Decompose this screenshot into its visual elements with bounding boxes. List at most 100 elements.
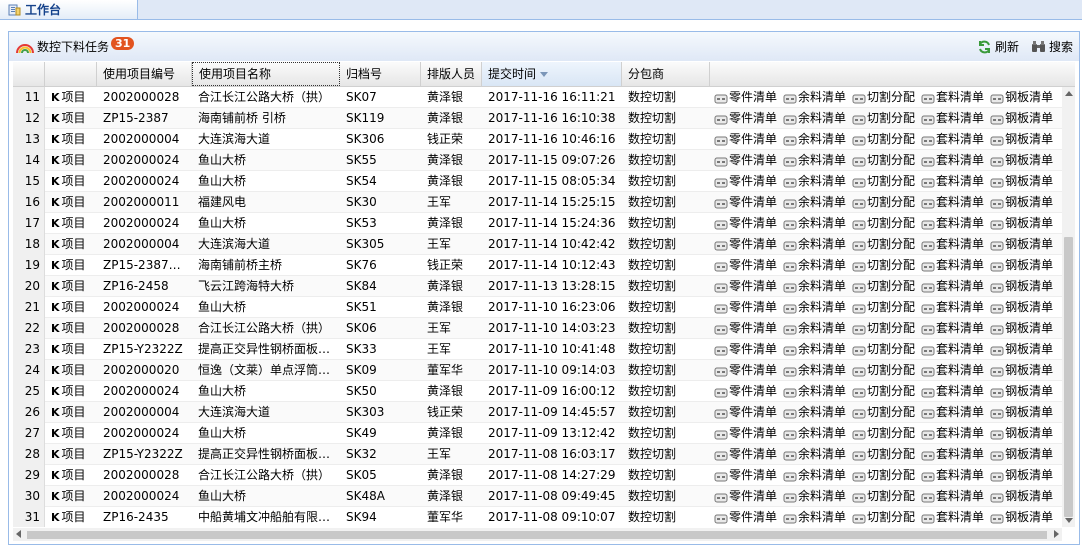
remnant-list-button[interactable]: 余料清单 <box>783 486 846 507</box>
remnant-list-button[interactable]: 余料清单 <box>783 402 846 423</box>
plate-list-button[interactable]: 钢板清单 <box>990 444 1053 465</box>
nesting-list-button[interactable]: 套料清单 <box>921 381 984 402</box>
nesting-list-button[interactable]: 套料清单 <box>921 465 984 486</box>
project-link[interactable]: K 项目 <box>45 255 97 276</box>
nesting-list-button[interactable]: 套料清单 <box>921 171 984 192</box>
parts-list-button[interactable]: 零件清单 <box>714 423 777 444</box>
nesting-list-button[interactable]: 套料清单 <box>921 486 984 507</box>
cutting-allocation-button[interactable]: 切割分配 <box>852 213 915 234</box>
nesting-list-button[interactable]: 套料清单 <box>921 87 984 108</box>
table-row[interactable]: 19 K 项目 ZP15-2387主桥 海南铺前桥主桥 SK76 钱正荣 2017-11-14… <box>13 255 1062 276</box>
remnant-list-button[interactable]: 余料清单 <box>783 192 846 213</box>
remnant-list-button[interactable]: 余料清单 <box>783 213 846 234</box>
vertical-scroll-thumb[interactable] <box>1064 237 1073 517</box>
remnant-list-button[interactable]: 余料清单 <box>783 276 846 297</box>
project-link[interactable]: K 项目 <box>45 360 97 381</box>
project-link[interactable]: K 项目 <box>45 129 97 150</box>
cutting-allocation-button[interactable]: 切割分配 <box>852 276 915 297</box>
remnant-list-button[interactable]: 余料清单 <box>783 234 846 255</box>
table-row[interactable]: 28 K 项目 ZP15-Y2322Z 提高正交异性钢桥面板疲... SK32 王军 2017… <box>13 444 1062 465</box>
cutting-allocation-button[interactable]: 切割分配 <box>852 192 915 213</box>
nesting-list-button[interactable]: 套料清单 <box>921 423 984 444</box>
project-link[interactable]: K 项目 <box>45 171 97 192</box>
search-button[interactable]: 搜索 <box>1031 38 1073 55</box>
cutting-allocation-button[interactable]: 切割分配 <box>852 108 915 129</box>
remnant-list-button[interactable]: 余料清单 <box>783 108 846 129</box>
parts-list-button[interactable]: 零件清单 <box>714 171 777 192</box>
parts-list-button[interactable]: 零件清单 <box>714 507 777 527</box>
parts-list-button[interactable]: 零件清单 <box>714 87 777 108</box>
project-link[interactable]: K 项目 <box>45 381 97 402</box>
remnant-list-button[interactable]: 余料清单 <box>783 171 846 192</box>
plate-list-button[interactable]: 钢板清单 <box>990 213 1053 234</box>
cutting-allocation-button[interactable]: 切割分配 <box>852 129 915 150</box>
plate-list-button[interactable]: 钢板清单 <box>990 423 1053 444</box>
nesting-list-button[interactable]: 套料清单 <box>921 129 984 150</box>
nesting-list-button[interactable]: 套料清单 <box>921 213 984 234</box>
nesting-list-button[interactable]: 套料清单 <box>921 150 984 171</box>
nesting-list-button[interactable]: 套料清单 <box>921 276 984 297</box>
scroll-up-icon[interactable] <box>1065 91 1073 96</box>
header-project-code[interactable]: 使用项目编号 <box>97 62 192 86</box>
table-row[interactable]: 31 K 项目 ZP16-2435 中船黄埔文冲船舶有限公... SK94 董军华 2017-… <box>13 507 1062 527</box>
project-link[interactable]: K 项目 <box>45 486 97 507</box>
parts-list-button[interactable]: 零件清单 <box>714 108 777 129</box>
project-link[interactable]: K 项目 <box>45 318 97 339</box>
cutting-allocation-button[interactable]: 切割分配 <box>852 339 915 360</box>
cutting-allocation-button[interactable]: 切割分配 <box>852 87 915 108</box>
plate-list-button[interactable]: 钢板清单 <box>990 276 1053 297</box>
table-row[interactable]: 25 K 项目 2002000024 鱼山大桥 SK50 黄泽银 2017-11-09 16:… <box>13 381 1062 402</box>
cutting-allocation-button[interactable]: 切割分配 <box>852 255 915 276</box>
nesting-list-button[interactable]: 套料清单 <box>921 444 984 465</box>
project-link[interactable]: K 项目 <box>45 297 97 318</box>
table-row[interactable]: 14 K 项目 2002000024 鱼山大桥 SK55 黄泽银 2017-11-15 09:… <box>13 150 1062 171</box>
table-row[interactable]: 11 K 项目 2002000028 合江长江公路大桥（拱） SK07 黄泽银 2017-11… <box>13 87 1062 108</box>
project-link[interactable]: K 项目 <box>45 507 97 527</box>
table-row[interactable]: 16 K 项目 2002000011 福建风电 SK30 王军 2017-11-14 15:2… <box>13 192 1062 213</box>
cutting-allocation-button[interactable]: 切割分配 <box>852 297 915 318</box>
plate-list-button[interactable]: 钢板清单 <box>990 507 1053 527</box>
table-row[interactable]: 29 K 项目 2002000028 合江长江公路大桥（拱） SK05 黄泽银 2017-11… <box>13 465 1062 486</box>
cutting-allocation-button[interactable]: 切割分配 <box>852 507 915 527</box>
horizontal-scrollbar[interactable] <box>13 528 1062 541</box>
header-archive-no[interactable]: 归档号 <box>340 62 421 86</box>
cutting-allocation-button[interactable]: 切割分配 <box>852 150 915 171</box>
remnant-list-button[interactable]: 余料清单 <box>783 297 846 318</box>
table-row[interactable]: 23 K 项目 ZP15-Y2322Z 提高正交异性钢桥面板疲... SK33 王军 2017… <box>13 339 1062 360</box>
header-layout-person[interactable]: 排版人员 <box>421 62 482 86</box>
parts-list-button[interactable]: 零件清单 <box>714 234 777 255</box>
scroll-right-icon[interactable] <box>1054 530 1059 538</box>
plate-list-button[interactable]: 钢板清单 <box>990 192 1053 213</box>
table-row[interactable]: 13 K 项目 2002000004 大连滨海大道 SK306 钱正荣 2017-11-16 … <box>13 129 1062 150</box>
cutting-allocation-button[interactable]: 切割分配 <box>852 402 915 423</box>
parts-list-button[interactable]: 零件清单 <box>714 276 777 297</box>
project-link[interactable]: K 项目 <box>45 108 97 129</box>
remnant-list-button[interactable]: 余料清单 <box>783 507 846 527</box>
project-link[interactable]: K 项目 <box>45 465 97 486</box>
plate-list-button[interactable]: 钢板清单 <box>990 465 1053 486</box>
nesting-list-button[interactable]: 套料清单 <box>921 318 984 339</box>
nesting-list-button[interactable]: 套料清单 <box>921 339 984 360</box>
nesting-list-button[interactable]: 套料清单 <box>921 360 984 381</box>
header-submit-time[interactable]: 提交时间 <box>482 62 622 86</box>
cutting-allocation-button[interactable]: 切割分配 <box>852 486 915 507</box>
project-link[interactable]: K 项目 <box>45 234 97 255</box>
vertical-scrollbar[interactable] <box>1062 87 1075 527</box>
plate-list-button[interactable]: 钢板清单 <box>990 87 1053 108</box>
cutting-allocation-button[interactable]: 切割分配 <box>852 171 915 192</box>
cutting-allocation-button[interactable]: 切割分配 <box>852 360 915 381</box>
plate-list-button[interactable]: 钢板清单 <box>990 129 1053 150</box>
plate-list-button[interactable]: 钢板清单 <box>990 318 1053 339</box>
table-row[interactable]: 26 K 项目 2002000004 大连滨海大道 SK303 钱正荣 2017-11-09 … <box>13 402 1062 423</box>
remnant-list-button[interactable]: 余料清单 <box>783 87 846 108</box>
nesting-list-button[interactable]: 套料清单 <box>921 507 984 527</box>
parts-list-button[interactable]: 零件清单 <box>714 465 777 486</box>
nesting-list-button[interactable]: 套料清单 <box>921 234 984 255</box>
scroll-left-icon[interactable] <box>16 530 21 538</box>
parts-list-button[interactable]: 零件清单 <box>714 255 777 276</box>
scroll-down-icon[interactable] <box>1065 518 1073 523</box>
remnant-list-button[interactable]: 余料清单 <box>783 150 846 171</box>
plate-list-button[interactable]: 钢板清单 <box>990 297 1053 318</box>
remnant-list-button[interactable]: 余料清单 <box>783 444 846 465</box>
project-link[interactable]: K 项目 <box>45 87 97 108</box>
